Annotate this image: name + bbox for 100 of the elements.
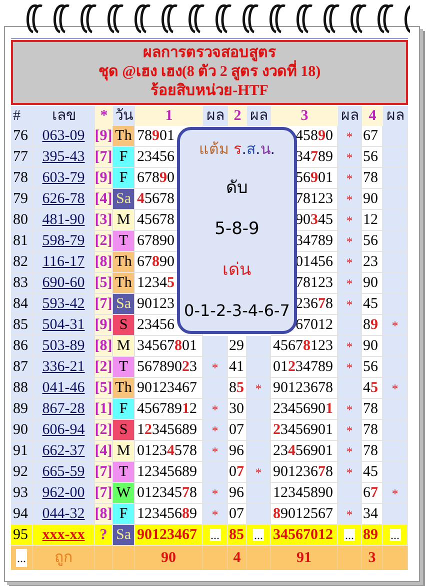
row-number: 95 bbox=[11, 525, 33, 546]
formula-digits: 07 bbox=[228, 462, 247, 483]
formula-digits: 12345890 bbox=[271, 483, 338, 504]
result-mark: * bbox=[338, 126, 362, 147]
formula-digits: 90123467 bbox=[135, 525, 203, 546]
day-cell: F bbox=[113, 504, 135, 525]
result-mark: ... bbox=[383, 525, 408, 546]
digit-marker: [5] bbox=[95, 378, 113, 399]
lottery-number: 336-21 bbox=[33, 357, 95, 378]
result-mark: * bbox=[338, 168, 362, 189]
formula-digits: 12 bbox=[362, 210, 383, 231]
lottery-number: 504-31 bbox=[33, 315, 95, 336]
row-number: 92 bbox=[11, 462, 33, 483]
row-number: 77 bbox=[11, 147, 33, 168]
row-number: 85 bbox=[11, 315, 33, 336]
formula-digits: 23456901 bbox=[271, 399, 338, 420]
total-count: 4 bbox=[228, 546, 247, 570]
column-header: ผล bbox=[338, 106, 362, 126]
lottery-number: 598-79 bbox=[33, 231, 95, 252]
formula-digits: 23 bbox=[362, 252, 383, 273]
day-cell: Th bbox=[113, 273, 135, 294]
row-number: 87 bbox=[11, 357, 33, 378]
column-header: 2 bbox=[228, 106, 247, 126]
formula-digits: 45 bbox=[362, 378, 383, 399]
formula-digits: 85 bbox=[228, 525, 247, 546]
popup-label: ดับ bbox=[226, 177, 248, 200]
result-mark: * bbox=[203, 399, 228, 420]
row-number: 84 bbox=[11, 294, 33, 315]
formula-digits: 56 bbox=[362, 231, 383, 252]
column-header: ผล bbox=[383, 106, 408, 126]
day-cell: M bbox=[113, 336, 135, 357]
result-mark: * bbox=[338, 189, 362, 210]
lottery-number: 044-32 bbox=[33, 504, 95, 525]
result-mark: * bbox=[203, 504, 228, 525]
lottery-number: xxx-xx bbox=[33, 525, 95, 546]
formula-digits: 07 bbox=[228, 504, 247, 525]
formula-digits: 96 bbox=[228, 441, 247, 462]
row-number: 79 bbox=[11, 189, 33, 210]
day-cell: Th bbox=[113, 252, 135, 273]
day-cell: T bbox=[113, 231, 135, 252]
row-number: 93 bbox=[11, 483, 33, 504]
column-header: ผล bbox=[247, 106, 271, 126]
result-mark: ... bbox=[247, 525, 271, 546]
column-header: * bbox=[95, 106, 113, 126]
digit-marker: [2] bbox=[95, 231, 113, 252]
row-number: 91 bbox=[11, 441, 33, 462]
formula-digits: 78 bbox=[362, 420, 383, 441]
result-mark: * bbox=[383, 315, 408, 336]
formula-digits: 45 bbox=[362, 294, 383, 315]
total-count: 3 bbox=[362, 546, 383, 570]
formula-digits: 34567012 bbox=[271, 525, 338, 546]
title-line: ร้อยสิบหน่วย-HTF bbox=[150, 82, 268, 101]
column-header: 4 bbox=[362, 106, 383, 126]
row-number: 80 bbox=[11, 210, 33, 231]
formula-digits: 90123467 bbox=[135, 378, 203, 399]
lottery-number: 593-42 bbox=[33, 294, 95, 315]
more-indicator: ... bbox=[16, 549, 27, 567]
column-header: 3 bbox=[271, 106, 338, 126]
digit-marker: [4] bbox=[95, 189, 113, 210]
result-mark: * bbox=[383, 483, 408, 504]
result-mark: * bbox=[203, 441, 228, 462]
formula-digits: 45 bbox=[362, 462, 383, 483]
day-cell: Sa bbox=[113, 294, 135, 315]
row-number: 94 bbox=[11, 504, 33, 525]
lottery-number: 867-28 bbox=[33, 399, 95, 420]
result-mark: * bbox=[338, 210, 362, 231]
result-mark: * bbox=[338, 336, 362, 357]
row-number: 90 bbox=[11, 420, 33, 441]
column-header: 1 bbox=[135, 106, 203, 126]
formula-digits: 78 bbox=[362, 168, 383, 189]
formula-digits: 30 bbox=[228, 399, 247, 420]
digit-marker: [2] bbox=[95, 420, 113, 441]
digit-marker: ? bbox=[95, 525, 113, 546]
result-mark: * bbox=[203, 420, 228, 441]
formula-digits: 34567801 bbox=[135, 336, 203, 357]
total-count: 90 bbox=[135, 546, 203, 570]
column-header: # bbox=[11, 106, 33, 126]
formula-digits: 07 bbox=[228, 420, 247, 441]
formula-digits: 12345689 bbox=[135, 420, 203, 441]
result-mark: * bbox=[338, 504, 362, 525]
digit-marker: [8] bbox=[95, 504, 113, 525]
digit-marker: [9] bbox=[95, 126, 113, 147]
row-number: 88 bbox=[11, 378, 33, 399]
row-number: 82 bbox=[11, 252, 33, 273]
formula-digits: 96 bbox=[228, 483, 247, 504]
row-number: 81 bbox=[11, 231, 33, 252]
correct-label: ถูก bbox=[33, 546, 95, 570]
day-cell: Th bbox=[113, 378, 135, 399]
result-mark: * bbox=[338, 399, 362, 420]
lottery-number: 116-17 bbox=[33, 252, 95, 273]
formula-digits: 67 bbox=[362, 126, 383, 147]
row-number: 86 bbox=[11, 336, 33, 357]
day-cell: F bbox=[113, 168, 135, 189]
formula-digits: 56 bbox=[362, 357, 383, 378]
column-header: เลข bbox=[33, 106, 95, 126]
formula-digits: 29 bbox=[228, 336, 247, 357]
result-mark: * bbox=[338, 294, 362, 315]
digit-marker: [8] bbox=[95, 252, 113, 273]
day-cell: M bbox=[113, 210, 135, 231]
lottery-number: 503-89 bbox=[33, 336, 95, 357]
